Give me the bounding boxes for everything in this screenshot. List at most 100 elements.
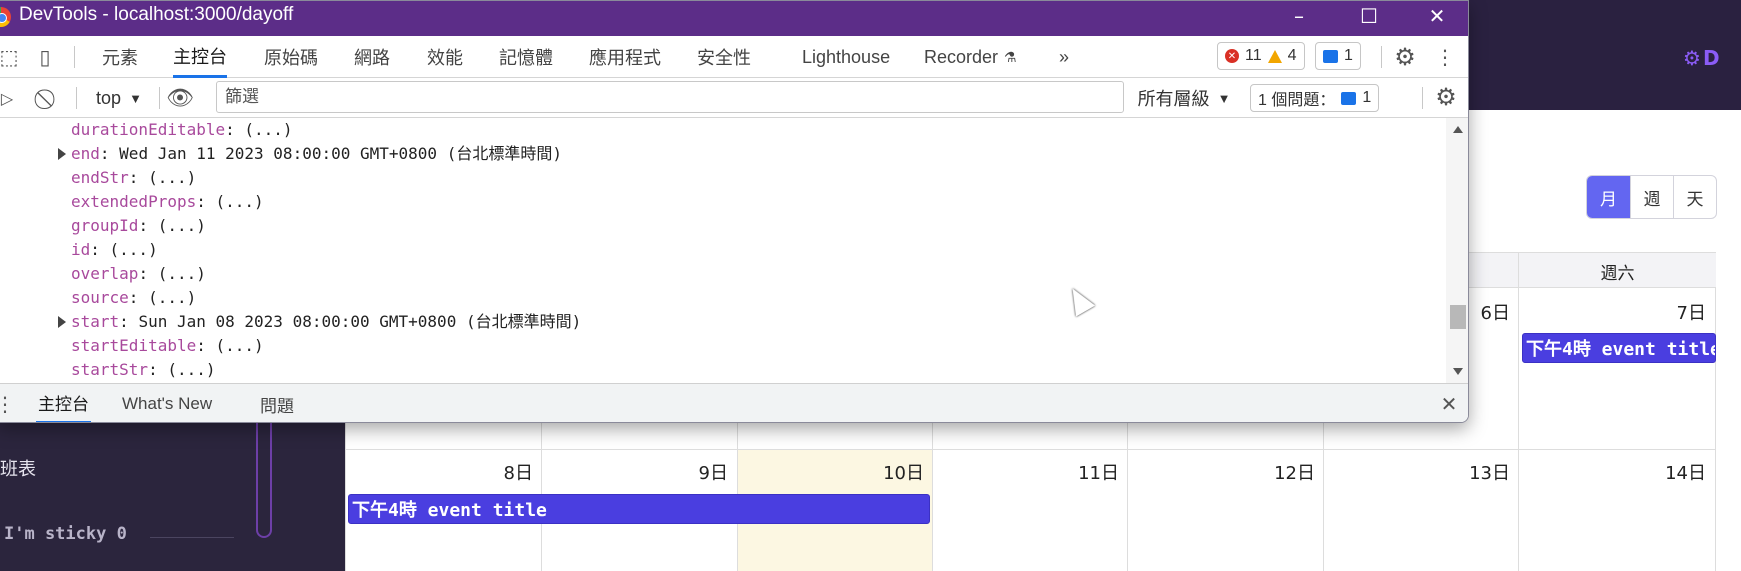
console-property-line[interactable]: extendedProps: (...) (71, 190, 264, 214)
property-key: source (71, 288, 129, 307)
console-toolbar: ▷ ⃠ top ▼ 👁 所有層級 ▼ 1 個問題： 1 ⚙ (0, 78, 1468, 118)
property-value: : (...) (90, 240, 158, 259)
tab-elements[interactable]: 元素 (102, 36, 138, 78)
context-value: top (96, 87, 122, 108)
day-number[interactable]: 9日 (668, 459, 728, 485)
console-property-line[interactable]: startStr: (...) (71, 358, 216, 382)
close-drawer-icon[interactable]: ✕ (1438, 392, 1460, 416)
property-key: extendedProps (71, 192, 197, 211)
more-tabs-button[interactable]: » (1059, 36, 1069, 78)
inspect-element-icon[interactable]: ⬚ (0, 45, 19, 69)
view-week-button[interactable]: 週 (1630, 176, 1673, 218)
tab-application[interactable]: 應用程式 (589, 36, 661, 78)
maximize-button[interactable]: ☐ (1334, 1, 1404, 31)
message-count: 1 (1344, 47, 1353, 64)
console-scrollbar[interactable] (1446, 118, 1468, 383)
device-toolbar-icon[interactable]: ▯ (33, 45, 57, 69)
sticky-label: I'm sticky 0 (4, 524, 127, 544)
app-logo[interactable]: ⚙ D (1677, 40, 1741, 76)
more-options-icon[interactable]: ⋮ (1435, 44, 1455, 70)
tab-security[interactable]: 安全性 (697, 36, 751, 78)
context-select[interactable]: top ▼ (89, 85, 149, 111)
chevron-down-icon: ▼ (1217, 90, 1231, 106)
filter-input[interactable] (216, 81, 1124, 113)
issues-count: 1 (1362, 89, 1372, 106)
tab-memory[interactable]: 記憶體 (499, 36, 553, 78)
errors-warnings-counter[interactable]: ✕ 11 4 (1217, 42, 1305, 70)
view-day-button[interactable]: 天 (1673, 176, 1716, 218)
issues-counter[interactable]: 1 個問題： 1 (1250, 84, 1380, 112)
property-value: : (...) (148, 360, 216, 379)
window-titlebar[interactable]: DevTools - localhost:3000/dayoff – ☐ ✕ (0, 1, 1468, 36)
drawer-tabbar: ⋮ 主控台 What's New 問題 ✕ (0, 383, 1468, 422)
expand-triangle-icon[interactable] (58, 316, 66, 328)
drawer-tab-console[interactable]: 主控台 (36, 384, 91, 422)
eye-icon[interactable]: 👁 (165, 85, 195, 111)
app-logo-letter: D (1702, 46, 1720, 70)
tab-sources[interactable]: 原始碼 (264, 36, 318, 78)
console-settings-icon[interactable]: ⚙ (1433, 83, 1459, 111)
property-key: startStr (71, 360, 149, 379)
window-title: DevTools - localhost:3000/dayoff (19, 4, 294, 25)
drawer-tab-whats-new[interactable]: What's New (122, 384, 212, 422)
property-key: end (71, 144, 100, 163)
day-number[interactable]: 11日 (1059, 459, 1119, 485)
close-window-button[interactable]: ✕ (1402, 1, 1468, 31)
log-levels-value: 所有層級 (1137, 89, 1210, 109)
sidebar-item-schedule[interactable]: 班表 (0, 455, 36, 481)
day-number[interactable]: 14日 (1646, 459, 1706, 485)
warning-count: 4 (1287, 47, 1297, 64)
settings-gear-icon[interactable]: ⚙ (1392, 43, 1418, 71)
console-property-line[interactable]: start: Sun Jan 08 2023 08:00:00 GMT+0800… (71, 310, 581, 334)
day-number[interactable]: 13日 (1450, 459, 1510, 485)
gear-logo-icon: ⚙ (1683, 46, 1701, 70)
day-number[interactable]: 7日 (1646, 299, 1706, 325)
drawer-menu-icon[interactable]: ⋮ (0, 392, 15, 416)
property-value: : Wed Jan 11 2023 08:00:00 GMT+0800 (台北標… (99, 144, 562, 163)
console-property-line[interactable]: durationEditable: (...) (71, 118, 293, 142)
view-month-button[interactable]: 月 (1587, 176, 1630, 218)
tab-console[interactable]: 主控台 (173, 36, 227, 78)
chrome-icon (0, 7, 11, 27)
messages-counter[interactable]: 1 (1315, 42, 1361, 70)
tab-lighthouse[interactable]: Lighthouse (802, 36, 890, 78)
grid-line (1518, 288, 1519, 571)
expand-triangle-icon[interactable] (58, 148, 66, 160)
scroll-up-icon[interactable] (1453, 126, 1463, 133)
tab-recorder-label: Recorder (924, 46, 999, 67)
console-property-line[interactable]: overlap: (...) (71, 262, 206, 286)
calendar-event[interactable]: 下午4時 event title (348, 494, 930, 524)
clear-console-icon[interactable]: ⃠ (37, 86, 61, 110)
message-icon (1341, 91, 1357, 105)
property-value: : (...) (138, 264, 206, 283)
devtools-tabbar: ⬚ ▯ 元素 主控台 原始碼 網路 效能 記憶體 應用程式 安全性 Lighth… (0, 36, 1468, 78)
sidebar-toggle-icon[interactable]: ▷ (0, 87, 15, 109)
property-key: endStr (71, 168, 129, 187)
console-property-line[interactable]: end: Wed Jan 11 2023 08:00:00 GMT+0800 (… (71, 142, 562, 166)
console-property-line[interactable]: startEditable: (...) (71, 334, 264, 358)
day-number[interactable]: 12日 (1255, 459, 1315, 485)
console-property-line[interactable]: endStr: (...) (71, 166, 196, 190)
tab-performance[interactable]: 效能 (427, 36, 463, 78)
drawer-tab-issues[interactable]: 問題 (260, 384, 294, 422)
property-key: id (71, 240, 91, 259)
divider (150, 537, 234, 538)
day-number[interactable]: 8日 (473, 459, 533, 485)
console-property-line[interactable]: id: (...) (71, 238, 158, 262)
grid-line (346, 449, 1716, 450)
console-property-line[interactable]: groupId: (...) (71, 214, 206, 238)
minimize-button[interactable]: – (1264, 1, 1334, 31)
tab-network[interactable]: 網路 (354, 36, 390, 78)
divider (74, 46, 75, 68)
error-icon: ✕ (1225, 49, 1239, 63)
tab-recorder[interactable]: Recorder ⚗ (924, 36, 1017, 78)
divider (159, 87, 160, 109)
scrollbar-thumb[interactable] (1450, 305, 1466, 329)
scroll-down-icon[interactable] (1453, 368, 1463, 375)
console-property-line[interactable]: source: (...) (71, 286, 196, 310)
error-count: 11 (1245, 47, 1262, 64)
calendar-event[interactable]: 下午4時 event title (1522, 333, 1716, 363)
day-number[interactable]: 10日 (864, 459, 924, 485)
property-value: : (...) (128, 288, 197, 307)
log-levels-select[interactable]: 所有層級 ▼ (1136, 85, 1232, 111)
